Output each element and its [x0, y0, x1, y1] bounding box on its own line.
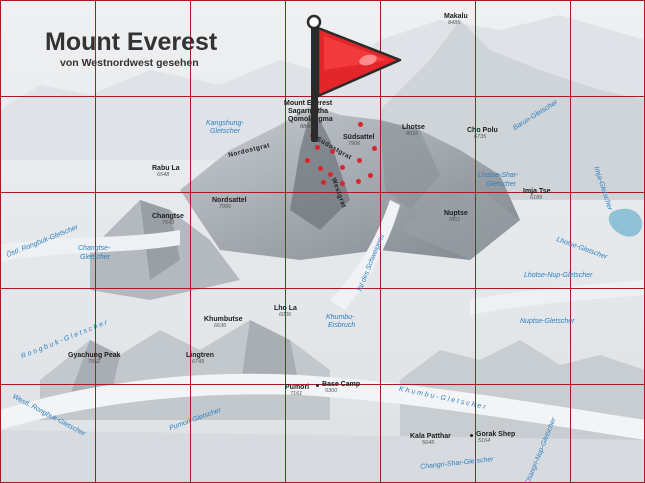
route-dot [321, 180, 326, 185]
elevation-makalu: 8485 [448, 20, 461, 26]
peak-label-gyachung-peak: Gyachung Peak [68, 352, 121, 359]
peak-label-lingtren: Lingtren [186, 352, 214, 359]
grid-column-line [285, 0, 286, 483]
glacier-label-khumbu-eisbruch: Khumbu- [326, 314, 355, 321]
peak-label-khumbutse: Khumbutse [204, 316, 243, 323]
glacier-label-kangshung-2: Gletscher [210, 128, 240, 135]
elevation-rabu-la: 6548 [157, 172, 170, 178]
elevation-suedsattel: 7906 [348, 141, 361, 147]
glacier-label-kangshung: Kangshung- [206, 120, 244, 127]
grid-column-line [190, 0, 191, 483]
grid-row-line [0, 288, 645, 289]
glacier-label-lhotse-nup: Lhotse-Nup-Gletscher [524, 272, 593, 279]
elevation-changtse: 7543 [162, 220, 175, 226]
peak-label-nuptse: Nuptse [444, 210, 468, 217]
elevation-base-camp: 5300 [325, 388, 338, 394]
gorak-shep-marker-icon [470, 434, 473, 437]
glacier-label-khumbu-eisbruch-2: Eisbruch [328, 322, 356, 329]
route-dot [330, 149, 335, 154]
grid-column-line [475, 0, 476, 483]
route-dot [340, 181, 345, 186]
glacier-label-lhotse-shar: Lhotse-Shar- [478, 172, 519, 179]
base-camp-marker-icon [316, 384, 319, 387]
flag-icon[interactable] [300, 12, 410, 142]
elevation-lho-la: 6006 [279, 312, 292, 318]
place-label-base-camp: Base Camp [322, 381, 361, 388]
place-label-kala-patthar: Kala Patthar [410, 433, 451, 440]
elevation-gorak-shep: 5164 [478, 438, 491, 444]
route-dot [318, 166, 323, 171]
elevation-khumbutse: 6636 [214, 323, 227, 329]
glacier-label-changtse: Changtse- [78, 245, 111, 252]
peak-label-makalu: Makalu [444, 13, 468, 20]
map-title: Mount Everest [45, 28, 218, 56]
elevation-gyachung-peak: 7952 [88, 359, 101, 365]
map-canvas: Mount Everest von Westnordwest gesehen M… [0, 0, 645, 483]
glacier-label-nuptse: Nuptse-Gletscher [520, 318, 575, 325]
place-label-gorak-shep: Gorak Shep [476, 431, 516, 438]
elevation-nuptse: 7861 [448, 217, 461, 223]
map-subtitle: von Westnordwest gesehen [60, 57, 199, 69]
route-dot [328, 172, 333, 177]
grid-column-line [95, 0, 96, 483]
peak-label-imja-tse: Imja Tse [523, 188, 551, 195]
route-dot [305, 158, 310, 163]
peak-label-lho-la: Lho La [274, 305, 297, 312]
peak-label-nordsattel: Nordsattel [212, 197, 247, 204]
glacier-label-changtse-2: Gletscher [80, 254, 110, 261]
elevation-pumori: 7161 [290, 391, 303, 397]
peak-label-pumori: Pumori [285, 384, 310, 391]
elevation-nordsattel: 7066 [219, 204, 232, 210]
peak-label-changtse: Changtse [152, 213, 184, 220]
grid-column-line [0, 0, 1, 483]
route-dot [356, 179, 361, 184]
elevation-imja-tse: 6189 [530, 195, 543, 201]
peak-label-rabu-la: Rabu La [152, 165, 180, 172]
peak-label-cho-polu: Cho Polu [467, 127, 498, 134]
route-dot [315, 145, 320, 150]
route-dot [340, 165, 345, 170]
elevation-lingtren: 6749 [192, 359, 205, 365]
route-dot [372, 146, 377, 151]
elevation-cho-polu: 6735 [474, 134, 487, 140]
route-dot [368, 173, 373, 178]
glacier-label-lhotse-shar-2: Gletscher [486, 181, 516, 188]
grid-row-line [0, 0, 645, 1]
elevation-kala-patthar: 5645 [422, 440, 435, 446]
route-dot [357, 158, 362, 163]
